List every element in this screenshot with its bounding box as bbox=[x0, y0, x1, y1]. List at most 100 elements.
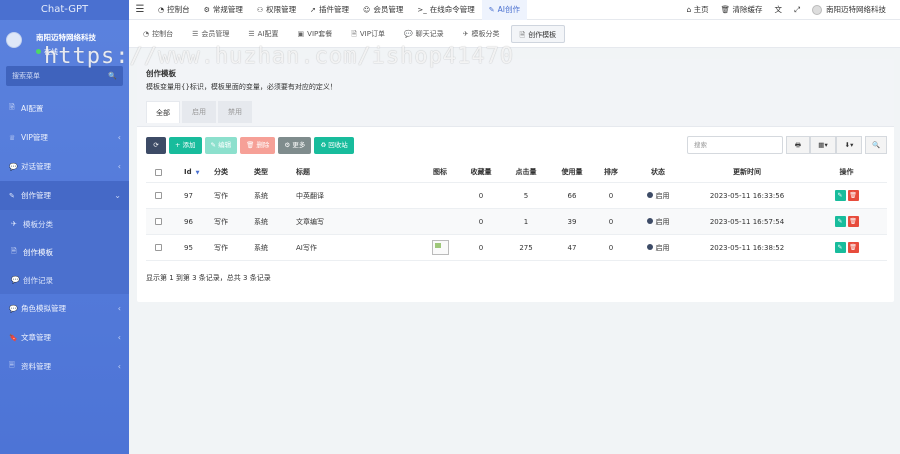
cell-sort: 0 bbox=[608, 217, 614, 226]
user-menu[interactable]: 南阳迈特网络科技 bbox=[806, 4, 892, 15]
home-link[interactable]: ⌂ 主页 bbox=[680, 4, 714, 15]
row-edit-button[interactable]: ✎ bbox=[834, 216, 846, 227]
table-row[interactable]: 95 写作 系统 AI写作 0 275 47 0 启用 2023-05-11 1… bbox=[146, 235, 887, 261]
col-sort: 排序 bbox=[604, 168, 618, 176]
fullscreen-icon[interactable]: ⤢ bbox=[788, 5, 806, 15]
col-id[interactable]: Id ▼ bbox=[170, 168, 204, 176]
cell-updated: 2023-05-11 16:57:54 bbox=[709, 217, 785, 226]
sidebar-item-chat[interactable]: 💬 对话管理 ‹ bbox=[0, 152, 129, 181]
cell-updated: 2023-05-11 16:33:56 bbox=[709, 191, 785, 200]
tab-creation-template[interactable]: 🗎 创作模板 bbox=[510, 24, 566, 43]
cell-clicks: 5 bbox=[523, 191, 529, 200]
template-image-thumbnail[interactable] bbox=[431, 240, 449, 255]
translate-icon[interactable]: 文 bbox=[769, 4, 789, 15]
table-search-input[interactable]: 搜索 bbox=[687, 136, 783, 154]
status-badge[interactable]: 启用 bbox=[628, 243, 688, 253]
print-button[interactable]: 🖶 bbox=[786, 136, 810, 154]
tab-enabled[interactable]: 启用 bbox=[182, 101, 216, 123]
col-clicks: 点击量 bbox=[515, 168, 537, 176]
row-edit-button[interactable]: ✎ bbox=[834, 242, 846, 253]
sidebar-item-articles[interactable]: 🔖 文章管理 ‹ bbox=[0, 323, 129, 352]
page-description: 模板变量用{}标识，模板里面的变量，必须要有对应的定义！ bbox=[146, 83, 337, 91]
cell-title: AI写作 bbox=[296, 243, 317, 252]
delete-button[interactable]: 🗑 删除 bbox=[240, 136, 276, 154]
advanced-search-button[interactable]: 🔍 bbox=[865, 136, 887, 154]
row-edit-button[interactable]: ✎ bbox=[834, 190, 846, 201]
row-checkbox[interactable] bbox=[146, 218, 170, 226]
tab-chat-records[interactable]: 💬 聊天记录 bbox=[396, 25, 452, 43]
topnav-dashboard[interactable]: ◔ 控制台 bbox=[151, 0, 197, 20]
app-brand[interactable]: Chat-GPT bbox=[0, 0, 129, 20]
paper-plane-icon: ✈ bbox=[11, 220, 17, 228]
cell-sort: 0 bbox=[608, 191, 614, 200]
table-row[interactable]: 96 写作 系统 文章编写 0 1 39 0 启用 2023-05-11 16:… bbox=[146, 209, 887, 235]
template-table: Id ▼ 分类 类型 标题 图标 收藏量 点击量 使用量 排序 状态 更新时间 操… bbox=[146, 162, 887, 261]
status-dot-icon bbox=[646, 244, 653, 250]
sidebar-item-template-category[interactable]: ✈ 模板分类 bbox=[0, 210, 129, 238]
table-row[interactable]: 97 写作 系统 中英翻译 0 5 66 0 启用 2023-05-11 16:… bbox=[146, 183, 887, 209]
cell-category: 写作 bbox=[214, 217, 228, 226]
status-badge[interactable]: 启用 bbox=[628, 191, 688, 201]
ai-config-icon: 🗟 bbox=[9, 103, 15, 111]
row-checkbox[interactable] bbox=[146, 192, 170, 200]
cell-id: 95 bbox=[184, 243, 193, 252]
status-dot-icon bbox=[646, 218, 653, 224]
sidebar-search-input[interactable]: 搜索菜单 🔍 bbox=[6, 66, 123, 86]
row-checkbox[interactable] bbox=[146, 244, 170, 252]
topnav-general[interactable]: ⚙ 常规管理 bbox=[197, 0, 250, 20]
topnav-ai-creation[interactable]: ✎ AI创作 bbox=[481, 0, 527, 20]
status-dot-icon bbox=[646, 192, 653, 198]
sidebar-item-creation[interactable]: ✎ 创作管理 ⌄ bbox=[0, 181, 129, 210]
creation-submenu: ✈ 模板分类 🗎 创作模板 💬 创作记录 bbox=[0, 210, 129, 294]
tab-template-category[interactable]: ✈ 模板分类 bbox=[455, 25, 508, 43]
document-icon: 🗏 bbox=[9, 361, 15, 369]
recycle-bin-button[interactable]: ♻ 回收站 bbox=[314, 136, 354, 154]
status-badge[interactable]: 启用 bbox=[628, 217, 688, 227]
cell-usage: 39 bbox=[567, 217, 577, 226]
add-button[interactable]: + 添加 bbox=[169, 136, 202, 154]
row-delete-button[interactable]: 🗑 bbox=[847, 216, 859, 227]
columns-dropdown[interactable]: ▦▾ bbox=[810, 136, 836, 154]
tab-members[interactable]: ☰ 会员管理 bbox=[184, 25, 237, 43]
row-delete-button[interactable]: 🗑 bbox=[847, 190, 859, 201]
sidebar-item-documents[interactable]: 🗏 资料管理 ‹ bbox=[0, 352, 129, 381]
topnav-plugins[interactable]: ➚ 插件管理 bbox=[303, 0, 356, 20]
file-icon: 🗎 bbox=[351, 29, 357, 38]
row-delete-button[interactable]: 🗑 bbox=[847, 242, 859, 253]
home-icon: ⌂ bbox=[686, 5, 694, 14]
sidebar-item-ai-config[interactable]: 🗟 AI配置 bbox=[0, 94, 129, 123]
avatar bbox=[6, 32, 22, 48]
topnav-permissions[interactable]: ⚇ 权限管理 bbox=[250, 0, 303, 20]
more-button[interactable]: ⚙ 更多 bbox=[278, 136, 312, 154]
print-icon: 🖶 bbox=[794, 141, 802, 149]
cell-favorites: 0 bbox=[478, 217, 484, 226]
menu-toggle-icon[interactable]: ☰ bbox=[129, 4, 151, 15]
sidebar-item-creation-records[interactable]: 💬 创作记录 bbox=[0, 266, 129, 294]
dashboard-icon: ◔ bbox=[143, 29, 150, 38]
export-dropdown[interactable]: ⬇▾ bbox=[836, 136, 862, 154]
sidebar-item-vip[interactable]: ♕ VIP管理 ‹ bbox=[0, 123, 129, 152]
list-icon: ☰ bbox=[248, 29, 255, 38]
row-actions: ✎ 🗑 bbox=[806, 242, 887, 253]
trash-icon: 🗑 bbox=[720, 5, 733, 14]
refresh-button[interactable]: ⟳ bbox=[146, 136, 166, 154]
tab-dashboard[interactable]: ◔ 控制台 bbox=[135, 25, 181, 43]
search-icon: 🔍 bbox=[871, 141, 881, 149]
export-icon: ⬇ bbox=[844, 141, 851, 149]
tab-vip-orders[interactable]: 🗎 VIP订单 bbox=[343, 25, 393, 43]
tab-disabled[interactable]: 禁用 bbox=[218, 101, 252, 123]
select-all-checkbox[interactable] bbox=[146, 168, 170, 176]
topnav-members[interactable]: ☺ 会员管理 bbox=[356, 0, 410, 20]
bookmark-icon: 🔖 bbox=[9, 333, 18, 342]
sidebar-item-creation-template[interactable]: 🗎 创作模板 bbox=[0, 238, 129, 266]
table-tools: 🖶 ▦▾ ⬇▾ bbox=[786, 136, 862, 154]
chevron-left-icon: ‹ bbox=[117, 162, 121, 171]
tab-all[interactable]: 全部 bbox=[146, 101, 180, 123]
sidebar-item-role-play[interactable]: 💬 角色模拟管理 ‹ bbox=[0, 294, 129, 323]
user-name: 南阳迈特网络科技 bbox=[36, 33, 96, 42]
clear-cache-button[interactable]: 🗑 清除缓存 bbox=[715, 4, 769, 15]
tab-ai-config[interactable]: ☰ AI配置 bbox=[240, 25, 286, 43]
tab-vip-package[interactable]: ▣ VIP套餐 bbox=[290, 25, 341, 43]
topnav-online-command[interactable]: >_ 在线命令管理 bbox=[410, 0, 481, 20]
edit-button[interactable]: ✎ 编辑 bbox=[204, 136, 238, 154]
